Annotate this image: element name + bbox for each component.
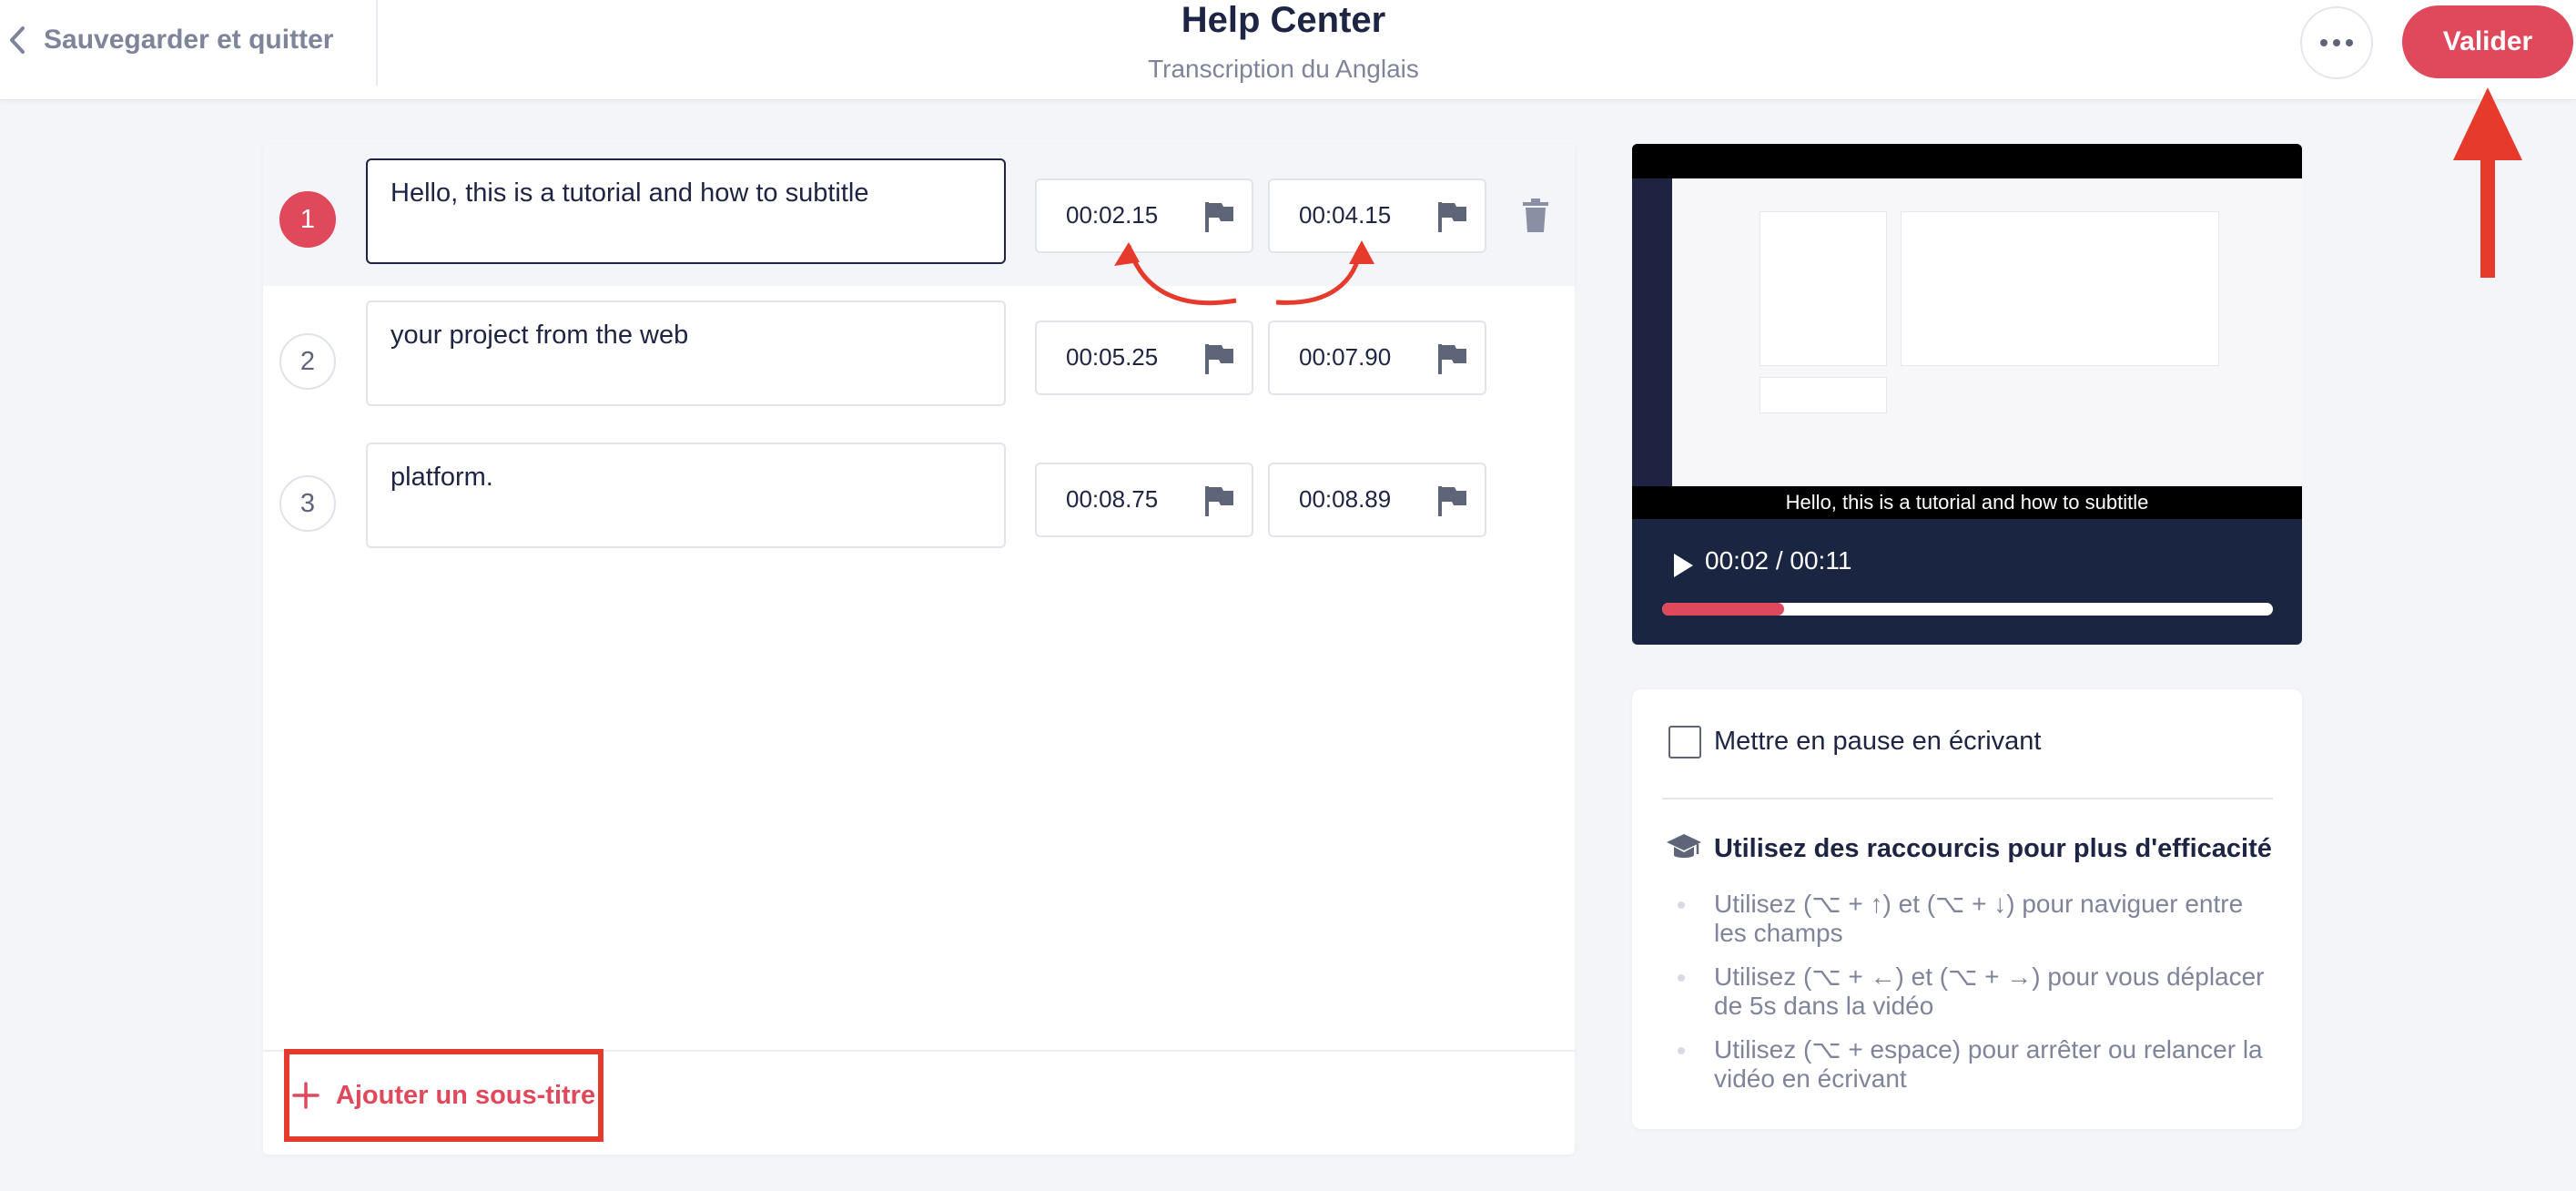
flag-icon[interactable] [1204,484,1235,517]
start-time-field[interactable]: 00:02.15 [1035,178,1253,253]
subtitle-row: 2 your project from the web 00:05.25 00:… [263,286,1575,428]
video-panel-left [1760,211,1887,366]
settings-divider [1662,798,2273,799]
shortcut-tip: Utilisez (⌥ + espace) pour arrêter ou re… [1678,1035,2278,1094]
subtitle-text-input[interactable]: your project from the web [366,300,1006,406]
subtitle-index: 3 [279,475,336,532]
start-time-field[interactable]: 00:05.25 [1035,321,1253,395]
video-progress-fill [1662,603,1785,616]
end-time-value: 00:04.15 [1299,201,1392,229]
subtitle-text-input[interactable]: Hello, this is a tutorial and how to sub… [366,158,1006,264]
subtitle-row: 3 platform. 00:08.75 00:08.89 [263,428,1575,570]
end-time-field[interactable]: 00:08.89 [1268,463,1486,537]
play-icon[interactable] [1672,553,1694,578]
shortcut-tip: Utilisez (⌥ + ←) et (⌥ + →) pour vous dé… [1678,962,2278,1021]
video-player[interactable]: Hello, this is a tutorial and how to sub… [1632,144,2302,645]
flag-icon[interactable] [1204,342,1235,375]
start-time-value: 00:05.25 [1066,343,1159,371]
subtitle-row: 1 Hello, this is a tutorial and how to s… [263,144,1575,286]
delete-icon[interactable] [1522,198,1549,233]
header-divider [376,0,378,86]
add-subtitle-label: Ajouter un sous-titre [335,1080,596,1110]
start-time-field[interactable]: 00:08.75 [1035,463,1253,537]
end-time-field[interactable]: 00:07.90 [1268,321,1486,395]
end-time-value: 00:07.90 [1299,343,1392,371]
plus-icon [292,1082,319,1109]
video-screen-thumbnail [1632,178,2302,486]
subtitle-text-input[interactable]: platform. [366,443,1006,548]
chevron-left-icon [10,26,25,54]
pause-while-typing-checkbox[interactable] [1668,726,1701,758]
page-subtitle: Transcription du Anglais [1148,55,1419,83]
validate-button[interactable]: Valider [2402,5,2573,78]
subtitle-editor: 1 Hello, this is a tutorial and how to s… [263,144,1575,1155]
top-bar: Sauvegarder et quitter Help Center Trans… [0,0,2576,100]
shortcuts-title: Utilisez des raccourcis pour plus d'effi… [1714,834,2272,863]
flag-icon[interactable] [1437,200,1468,233]
subtitle-index: 2 [279,333,336,390]
shortcut-tip: Utilisez (⌥ + ↑) et (⌥ + ↓) pour navigue… [1678,890,2278,948]
end-time-field[interactable]: 00:04.15 [1268,178,1486,253]
flag-icon[interactable] [1437,342,1468,375]
save-and-quit-label: Sauvegarder et quitter [44,25,334,55]
graduation-cap-icon [1667,834,1701,858]
settings-panel: Mettre en pause en écrivant Utilisez des… [1632,689,2302,1129]
start-time-value: 00:08.75 [1066,485,1159,513]
video-frame [1632,144,2302,486]
save-and-quit-button[interactable]: Sauvegarder et quitter [7,18,333,62]
video-progress-bar[interactable] [1662,603,2273,616]
more-options-button[interactable] [2300,6,2373,79]
more-dots-icon [2320,39,2328,46]
shortcuts-list: Utilisez (⌥ + ↑) et (⌥ + ↓) pour navigue… [1678,890,2278,1108]
end-time-value: 00:08.89 [1299,485,1392,513]
subtitle-index: 1 [279,191,336,248]
pause-while-typing-label: Mettre en pause en écrivant [1714,727,2042,756]
video-caption: Hello, this is a tutorial and how to sub… [1632,486,2302,519]
add-subtitle-button[interactable]: Ajouter un sous-titre [284,1049,603,1142]
flag-icon[interactable] [1204,200,1235,233]
video-panel-lower-left [1760,377,1887,413]
page-title: Help Center [1181,0,1386,40]
video-time-display: 00:02 / 00:11 [1705,546,1852,575]
video-panel-main [1901,211,2219,366]
flag-icon[interactable] [1437,484,1468,517]
start-time-value: 00:02.15 [1066,201,1159,229]
video-app-sidebar [1632,178,1672,486]
